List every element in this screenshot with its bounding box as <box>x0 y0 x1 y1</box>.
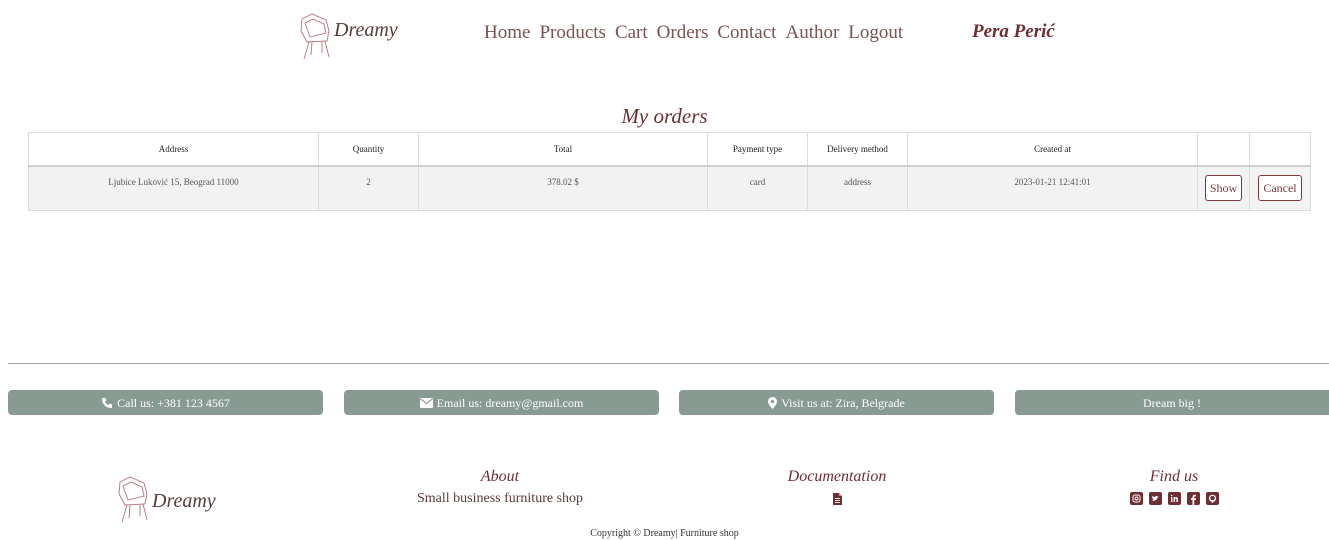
documentation-heading: Documentation <box>787 468 887 485</box>
email-pill[interactable]: Email us: dreamy@gmail.com <box>344 390 659 415</box>
facebook-icon[interactable] <box>1186 492 1200 505</box>
column-header-created-at: Created at <box>907 132 1198 167</box>
logo[interactable]: Dreamy <box>298 11 398 61</box>
column-header-total: Total <box>418 132 708 167</box>
nav-author[interactable]: Author <box>785 21 839 45</box>
instagram-icon[interactable] <box>1129 492 1143 505</box>
main-nav: Home Products Cart Orders Contact Author… <box>484 21 903 45</box>
cancel-cell: Cancel <box>1249 165 1311 211</box>
column-header-show <box>1197 132 1250 167</box>
github-icon[interactable] <box>1205 492 1219 505</box>
footer-logo[interactable]: Dreamy <box>116 474 216 524</box>
page-title: My orders <box>621 104 708 128</box>
chair-logo-icon <box>300 13 330 60</box>
order-created-at: 2023-01-21 12:41:01 <box>907 165 1198 211</box>
table-header-row: Address Quantity Total Payment type Deli… <box>28 132 1311 167</box>
copyright-text: Copyright © Dreamy| Furniture shop <box>590 528 739 539</box>
order-payment-type: card <box>707 165 808 211</box>
nav-contact[interactable]: Contact <box>717 21 776 45</box>
nav-home[interactable]: Home <box>484 21 530 45</box>
nav-orders[interactable]: Orders <box>657 21 709 45</box>
document-icon[interactable] <box>832 493 842 505</box>
phone-icon <box>102 397 113 408</box>
about-text: Small business furniture shop <box>416 491 584 506</box>
column-header-address: Address <box>28 132 319 167</box>
visit-pill[interactable]: Visit us at: Zira, Belgrade <box>679 390 994 415</box>
orders-table: Address Quantity Total Payment type Deli… <box>28 132 1311 211</box>
column-header-payment-type: Payment type <box>707 132 808 167</box>
envelope-icon <box>419 397 433 408</box>
nav-cart[interactable]: Cart <box>615 21 648 45</box>
find-us-section: Find us <box>1074 467 1274 505</box>
order-address: Ljubice Luković 15, Beograd 11000 <box>28 165 319 211</box>
table-row: Ljubice Luković 15, Beograd 11000 2 378.… <box>28 165 1311 211</box>
order-delivery-method: address <box>807 165 908 211</box>
map-marker-icon <box>768 396 778 409</box>
visit-text: Visit us at: Zira, Belgrade <box>781 395 905 410</box>
footer-logo-text: Dreamy <box>152 490 216 512</box>
phone-pill[interactable]: Call us: +381 123 4567 <box>8 390 323 415</box>
user-name: Pera Perić <box>972 21 1055 42</box>
nav-logout[interactable]: Logout <box>848 21 903 45</box>
nav-products[interactable]: Products <box>539 21 606 45</box>
linkedin-icon[interactable] <box>1167 492 1181 505</box>
column-header-delivery-method: Delivery method <box>807 132 908 167</box>
find-us-heading: Find us <box>1149 468 1199 485</box>
footer-divider <box>8 363 1329 364</box>
column-header-quantity: Quantity <box>318 132 419 167</box>
show-cell: Show <box>1197 165 1250 211</box>
about-section: About Small business furniture shop <box>400 467 600 508</box>
logo-text: Dreamy <box>334 19 398 41</box>
header: Dreamy Home Products Cart Orders Contact… <box>0 0 1329 70</box>
slogan-pill: Dream big ! <box>1015 390 1329 415</box>
social-icons <box>1074 492 1274 505</box>
phone-text: Call us: +381 123 4567 <box>117 395 230 410</box>
documentation-section: Documentation <box>737 467 937 510</box>
column-header-cancel <box>1249 132 1311 167</box>
show-order-button[interactable]: Show <box>1204 175 1243 202</box>
chair-logo-icon <box>118 476 148 523</box>
slogan-text: Dream big ! <box>1143 395 1201 410</box>
about-heading: About <box>480 468 520 485</box>
cancel-order-button[interactable]: Cancel <box>1258 175 1302 202</box>
twitter-icon[interactable] <box>1148 492 1162 505</box>
order-quantity: 2 <box>318 165 419 211</box>
email-text: Email us: dreamy@gmail.com <box>436 395 584 410</box>
order-total: 378.02 $ <box>418 165 708 211</box>
